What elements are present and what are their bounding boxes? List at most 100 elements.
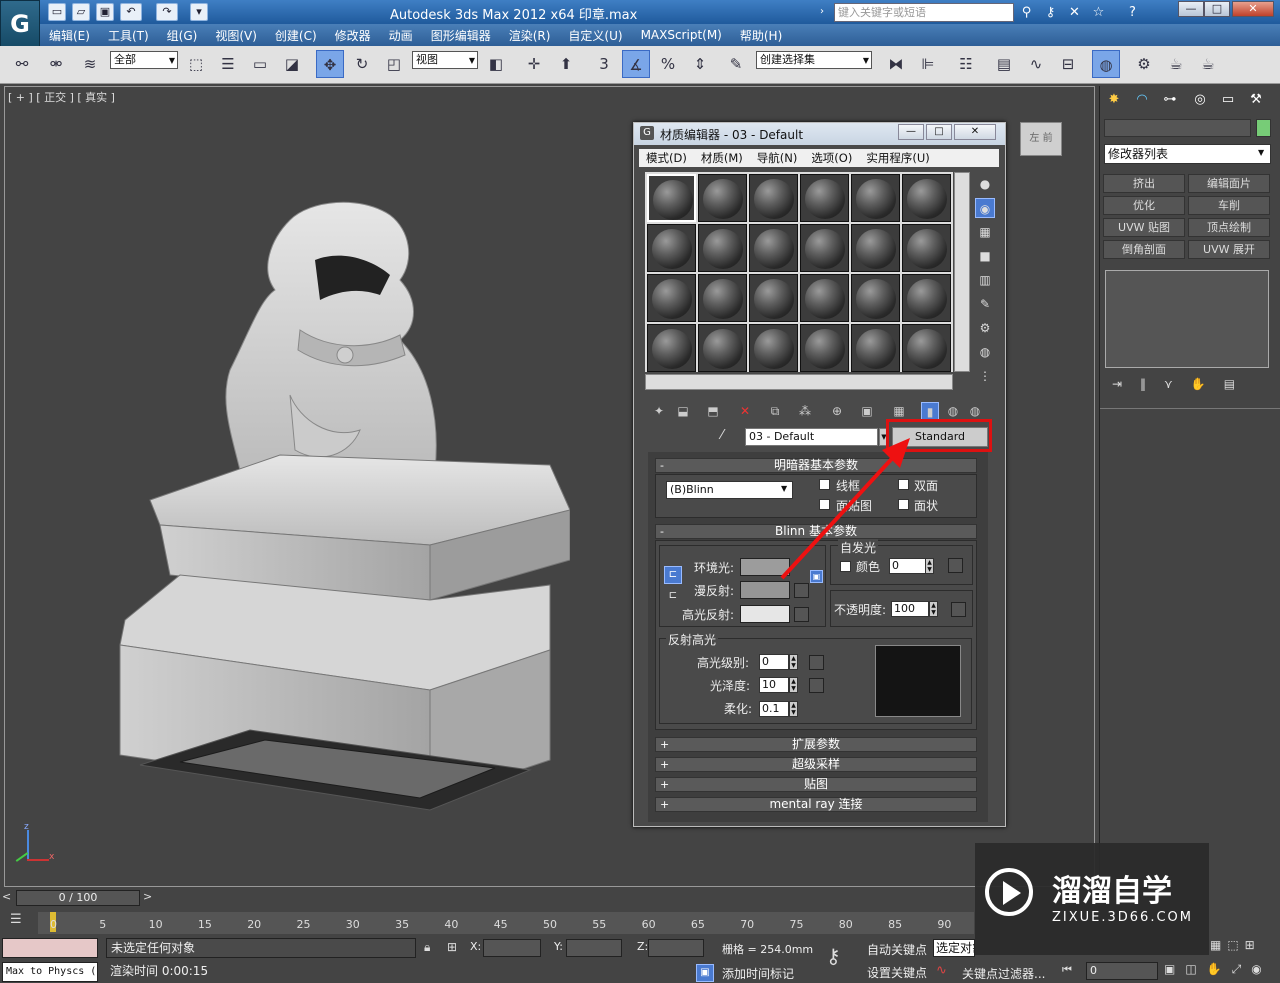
make-unique-icon[interactable]: ⁂ <box>796 402 814 420</box>
material-sample-slot[interactable] <box>902 224 951 272</box>
material-sample-slot[interactable] <box>851 324 900 372</box>
menu-create[interactable]: 创建(C) <box>266 27 326 44</box>
menu-animation[interactable]: 动画 <box>380 27 422 44</box>
save-file-icon[interactable]: ▣ <box>96 3 114 21</box>
material-sample-slot[interactable] <box>800 274 849 322</box>
bind-spacewarp-icon[interactable]: ≋ <box>76 50 104 78</box>
key-mode-dropdown[interactable]: 选定对象 <box>933 939 975 957</box>
tools-icon[interactable]: ✕ <box>1066 4 1083 21</box>
search-input[interactable]: 键入关键字或短语 <box>834 3 1014 22</box>
spec-level-map-button[interactable] <box>809 655 824 670</box>
opacity-spinner-arrows[interactable]: ▲ ▼ <box>929 601 938 617</box>
window-crossing-icon[interactable]: ◪ <box>278 50 306 78</box>
material-sample-slot[interactable] <box>647 274 696 322</box>
layer-manager-icon[interactable]: ☷ <box>952 50 980 78</box>
rect-selection-icon[interactable]: ▭ <box>246 50 274 78</box>
time-slider[interactable]: 0 / 100 <box>16 890 140 906</box>
hierarchy-tab-icon[interactable]: ⊶ <box>1159 90 1181 110</box>
options-icon[interactable]: ⚙ <box>975 318 995 338</box>
get-material-icon[interactable]: ✦ <box>650 402 668 420</box>
add-time-tag[interactable]: 添加时间标记 <box>722 965 794 982</box>
reset-material-icon[interactable]: ✕ <box>736 402 754 420</box>
display-tab-icon[interactable]: ▭ <box>1217 90 1239 110</box>
spec-level-spinner[interactable]: 0 <box>759 654 789 670</box>
selection-lock-icon[interactable]: 🔒︎ <box>424 940 430 955</box>
time-slider-next[interactable]: > <box>143 890 155 906</box>
absolute-mode-icon[interactable]: ⊞ <box>447 940 457 954</box>
minimize-button[interactable]: — <box>1178 1 1204 17</box>
menu-tools[interactable]: 工具(T) <box>99 27 158 44</box>
angle-snap-icon[interactable]: ∡ <box>622 50 650 78</box>
extended-params-rollout[interactable]: + 扩展参数 <box>655 737 977 752</box>
maxscript-listener-pink[interactable] <box>2 938 98 958</box>
editor-maximize-button[interactable]: □ <box>926 124 952 140</box>
scale-icon[interactable]: ◰ <box>380 50 408 78</box>
stack-tools-icons[interactable]: ⇥‖⋎✋▤ <box>1112 377 1267 395</box>
rotate-icon[interactable]: ↻ <box>348 50 376 78</box>
put-to-scene-icon[interactable]: ⬓ <box>674 402 692 420</box>
supersampling-rollout[interactable]: + 超级采样 <box>655 757 977 772</box>
render-production-icon[interactable]: ☕ <box>1194 50 1222 78</box>
go-to-start-icon[interactable]: ⏮ <box>1062 963 1082 981</box>
editor-minimize-button[interactable]: — <box>898 124 924 140</box>
material-sample-slot[interactable] <box>851 174 900 222</box>
me-menu-mode[interactable]: 模式(D) <box>639 150 694 166</box>
menu-help[interactable]: 帮助(H) <box>731 27 791 44</box>
material-id-icon[interactable]: ▣ <box>858 402 876 420</box>
material-sample-slot[interactable] <box>749 274 798 322</box>
object-name-field[interactable] <box>1104 119 1251 137</box>
create-tab-icon[interactable]: ✸ <box>1103 90 1125 110</box>
self-illum-map-button[interactable] <box>948 558 963 573</box>
x-coord-field[interactable] <box>483 939 541 957</box>
select-by-name-icon[interactable]: ☰ <box>214 50 242 78</box>
open-file-icon[interactable]: ▱ <box>72 3 90 21</box>
modifier-btn-uvw-map[interactable]: UVW 贴图 <box>1103 218 1185 237</box>
material-sample-slot[interactable] <box>698 324 747 372</box>
menu-rendering[interactable]: 渲染(R) <box>500 27 560 44</box>
eyedropper-icon[interactable]: ⁄ <box>721 428 739 446</box>
glossiness-spinner-arrows[interactable]: ▲ ▼ <box>789 677 798 693</box>
me-menu-navigation[interactable]: 导航(N) <box>750 150 805 166</box>
selection-filter-dropdown[interactable]: 全部 <box>110 51 178 69</box>
material-sample-slot[interactable] <box>800 224 849 272</box>
backlight-icon[interactable]: ◉ <box>975 198 995 218</box>
graphite-toggle-icon[interactable]: ▤ <box>990 50 1018 78</box>
material-sample-slot[interactable] <box>698 274 747 322</box>
show-map-icon[interactable]: ▦ <box>890 402 908 420</box>
viewport-nav-icons[interactable]: ▣◫✋⤢◉ <box>1164 962 1274 980</box>
menu-group[interactable]: 组(G) <box>158 27 207 44</box>
link-icon[interactable]: ⚯ <box>8 50 36 78</box>
slots-horizontal-scrollbar[interactable] <box>645 374 953 390</box>
search-expand-icon[interactable]: › <box>820 3 832 21</box>
modifier-btn-vertex-paint[interactable]: 顶点绘制 <box>1188 218 1270 237</box>
modifier-btn-extrude[interactable]: 挤出 <box>1103 174 1185 193</box>
utilities-tab-icon[interactable]: ⚒ <box>1245 90 1267 110</box>
material-sample-slot[interactable] <box>902 274 951 322</box>
assign-material-icon[interactable]: ⬒ <box>704 402 722 420</box>
lock-diffuse-specular-icon[interactable]: ⊏ <box>664 588 682 606</box>
motion-tab-icon[interactable]: ◎ <box>1189 90 1211 110</box>
video-color-check-icon[interactable]: ▥ <box>975 270 995 290</box>
soften-spinner-arrows[interactable]: ▲ ▼ <box>789 701 798 717</box>
material-sample-slot[interactable] <box>647 324 696 372</box>
select-object-icon[interactable]: ⬚ <box>182 50 210 78</box>
me-menu-material[interactable]: 材质(M) <box>694 150 750 166</box>
zoom-nav-icons[interactable]: ▦⬚⊞ <box>1210 938 1278 958</box>
material-sample-slot[interactable] <box>902 324 951 372</box>
material-sample-slot[interactable] <box>749 224 798 272</box>
material-sample-slot[interactable] <box>800 324 849 372</box>
viewcube[interactable]: 左 前 <box>1020 122 1062 156</box>
unlink-icon[interactable]: ⚮ <box>42 50 70 78</box>
go-to-parent-icon[interactable]: ◍ <box>944 402 962 420</box>
snap-toggle-icon[interactable]: 3 <box>590 50 618 78</box>
material-sample-slot[interactable] <box>647 174 696 222</box>
slots-vertical-scrollbar[interactable] <box>954 172 970 372</box>
object-color-swatch[interactable] <box>1256 119 1271 137</box>
help-icon[interactable]: ? <box>1124 4 1141 21</box>
percent-snap-icon[interactable]: % <box>654 50 682 78</box>
key-filters-button[interactable]: 关键点过滤器... <box>962 965 1045 982</box>
opacity-spinner[interactable]: 100 <box>891 601 929 617</box>
menu-graph-editors[interactable]: 图形编辑器 <box>422 27 500 44</box>
modifier-btn-optimize[interactable]: 优化 <box>1103 196 1185 215</box>
time-slider-prev[interactable]: < <box>2 890 14 906</box>
